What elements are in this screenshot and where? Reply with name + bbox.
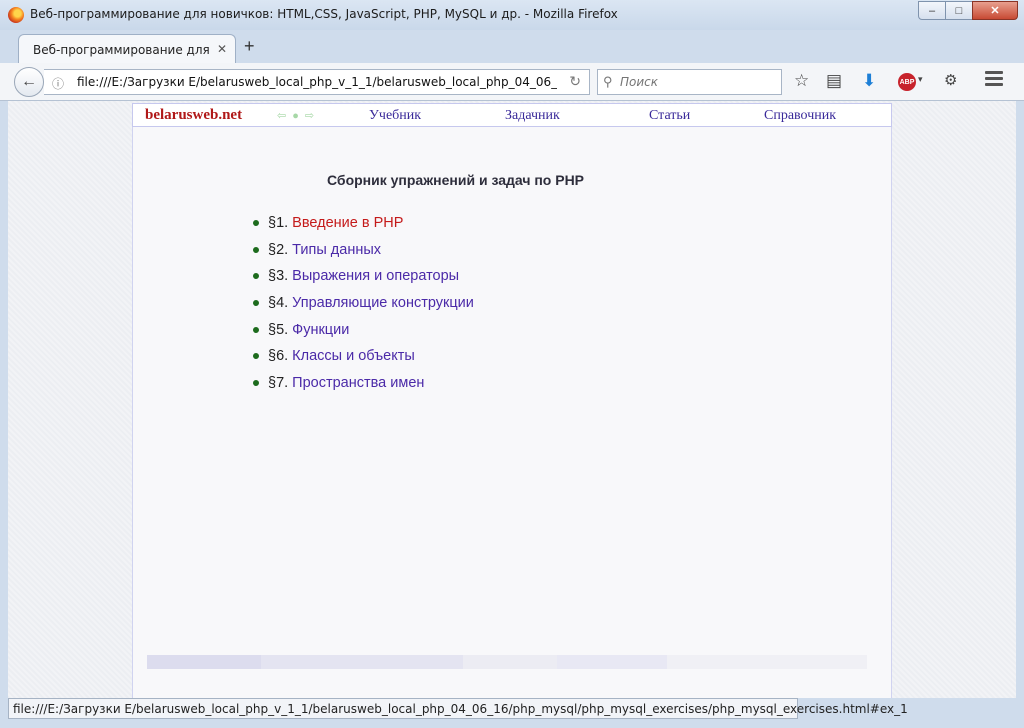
tab-label: Веб-программирование для ... bbox=[33, 43, 213, 57]
download-icon[interactable]: ⬇ bbox=[862, 72, 876, 90]
new-tab-button[interactable]: + bbox=[244, 36, 255, 57]
window-bottom-frame bbox=[0, 719, 1024, 728]
url-bar[interactable]: ⓘ file:///E:/Загрузки E/belarusweb_local… bbox=[44, 69, 590, 95]
firefox-logo-icon bbox=[8, 7, 24, 23]
toc-number: §3. bbox=[268, 268, 289, 285]
site-logo[interactable]: belarusweb.net bbox=[145, 107, 242, 124]
title-bar: Веб-программирование для новичков: HTML,… bbox=[0, 0, 1024, 30]
toc-item: §5. Функции bbox=[253, 316, 474, 343]
url-text[interactable]: file:///E:/Загрузки E/belarusweb_local_p… bbox=[77, 75, 557, 89]
nav-arrows-icon[interactable]: ⇦●⇨ bbox=[277, 109, 320, 122]
page-content: Сборник упражнений и задач по PHP §1. Вве… bbox=[132, 127, 892, 698]
toc-item: §7. Пространства имен bbox=[253, 370, 474, 397]
toc-link[interactable]: Классы и объекты bbox=[292, 348, 415, 364]
nav-link-reference[interactable]: Справочник bbox=[764, 108, 836, 124]
nav-link-tasks[interactable]: Задачник bbox=[505, 108, 560, 124]
reading-list-icon[interactable]: ▤ bbox=[826, 72, 842, 90]
tab-close-icon[interactable]: ✕ bbox=[217, 42, 227, 56]
navigation-toolbar: ⓘ file:///E:/Загрузки E/belarusweb_local… bbox=[0, 63, 1024, 101]
toc-number: §7. bbox=[268, 374, 289, 391]
page-viewport: Сборник упражнений и задач по PHP §1. Вве… bbox=[8, 101, 1016, 698]
adblock-plus-icon[interactable]: ABP bbox=[898, 73, 916, 91]
chevron-down-icon[interactable]: ▾ bbox=[918, 74, 923, 85]
back-button[interactable]: ← bbox=[14, 67, 44, 97]
toc-number: §1. bbox=[268, 215, 289, 232]
toc-item: §3. Выражения и операторы bbox=[253, 263, 474, 290]
status-url: file:///E:/Загрузки E/belarusweb_local_p… bbox=[13, 702, 908, 716]
toc-link[interactable]: Введение в PHP bbox=[292, 215, 403, 231]
toc-link[interactable]: Управляющие конструкции bbox=[292, 295, 474, 311]
tab-active[interactable]: Веб-программирование для ... ✕ bbox=[18, 34, 236, 64]
toc-number: §2. bbox=[268, 241, 289, 258]
toc-item: §4. Управляющие конструкции bbox=[253, 290, 474, 317]
status-bar: file:///E:/Загрузки E/belarusweb_local_p… bbox=[8, 698, 908, 719]
search-bar[interactable]: ⚲ bbox=[597, 69, 782, 95]
close-button[interactable]: ✕ bbox=[972, 1, 1018, 20]
bullet-icon bbox=[253, 273, 259, 280]
search-icon: ⚲ bbox=[603, 74, 613, 89]
page-title: Сборник упражнений и задач по PHP bbox=[327, 172, 585, 188]
bullet-icon bbox=[253, 220, 259, 227]
window-title: Веб-программирование для новичков: HTML,… bbox=[30, 7, 618, 21]
bullet-icon bbox=[253, 326, 259, 333]
bullet-icon bbox=[253, 379, 259, 386]
tab-strip: Веб-программирование для ... ✕ + bbox=[0, 30, 1024, 64]
toc-link[interactable]: Выражения и операторы bbox=[292, 268, 459, 284]
toc-link[interactable]: Типы данных bbox=[292, 242, 381, 258]
bullet-icon bbox=[253, 300, 259, 307]
hamburger-menu-icon[interactable] bbox=[985, 71, 1003, 87]
toc-item: §6. Классы и объекты bbox=[253, 343, 474, 370]
info-icon[interactable]: ⓘ bbox=[52, 75, 64, 92]
toc-link[interactable]: Пространства имен bbox=[292, 375, 424, 391]
table-of-contents: §1. Введение в PHP §2. Типы данных §3. Выра… bbox=[253, 210, 474, 396]
site-top-nav: belarusweb.net ⇦●⇨ Учебник Задачник Стат… bbox=[132, 103, 892, 127]
toc-item: §2. Типы данных bbox=[253, 237, 474, 264]
window-controls: – □ ✕ bbox=[918, 1, 1018, 20]
search-input[interactable] bbox=[620, 73, 775, 91]
minimize-button[interactable]: – bbox=[918, 1, 946, 20]
footer-bar bbox=[147, 655, 867, 669]
reload-icon[interactable]: ↻ bbox=[569, 73, 581, 90]
extension-icon[interactable]: ⚙ bbox=[944, 72, 957, 90]
nav-link-textbook[interactable]: Учебник bbox=[369, 108, 421, 124]
maximize-button[interactable]: □ bbox=[945, 1, 973, 20]
toc-item: §1. Введение в PHP bbox=[253, 210, 474, 237]
bullet-icon bbox=[253, 353, 259, 360]
bullet-icon bbox=[253, 246, 259, 253]
toc-number: §4. bbox=[268, 295, 289, 312]
back-arrow-icon: ← bbox=[21, 73, 37, 90]
bookmark-star-icon[interactable]: ☆ bbox=[794, 72, 809, 90]
toc-number: §5. bbox=[268, 321, 289, 338]
nav-link-articles[interactable]: Статьи bbox=[649, 108, 690, 124]
toc-number: §6. bbox=[268, 348, 289, 365]
toc-link[interactable]: Функции bbox=[292, 322, 349, 338]
